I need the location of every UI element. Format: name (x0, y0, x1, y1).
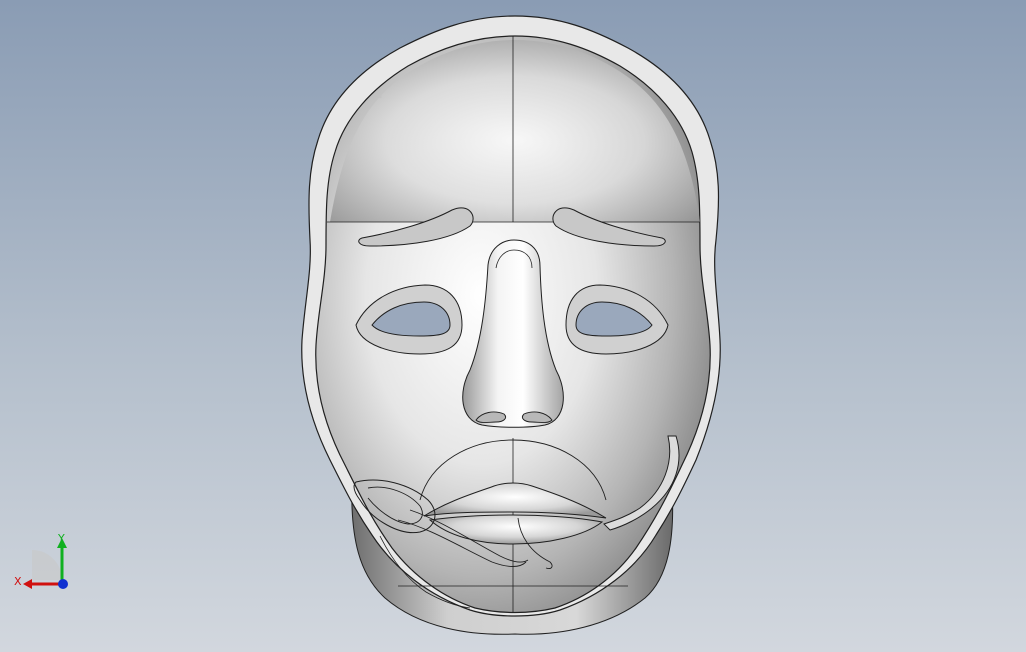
z-axis-dot (58, 579, 68, 589)
triad-shadow (32, 550, 62, 580)
y-axis-label: Y (57, 532, 65, 545)
face-mask-model[interactable] (0, 0, 1026, 652)
coordinate-triad: Y X (14, 532, 68, 589)
x-axis-label: X (14, 575, 22, 588)
x-axis-arrow (23, 579, 32, 589)
graphics-viewport[interactable]: Y X (0, 0, 1026, 652)
